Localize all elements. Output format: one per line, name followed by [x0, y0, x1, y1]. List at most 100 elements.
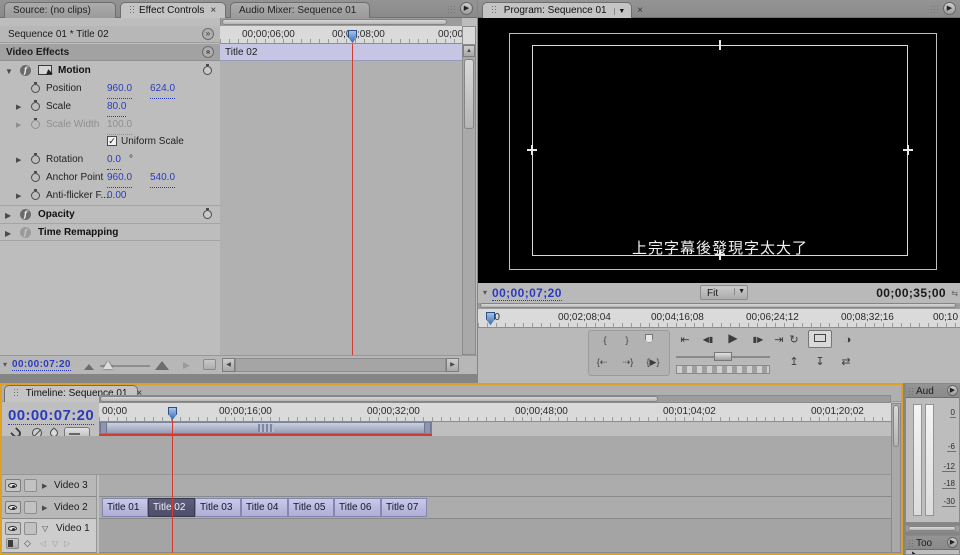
step-back-button[interactable]: ◀▮	[698, 332, 718, 348]
position-x-value[interactable]: 960.0	[107, 80, 132, 99]
ec-zoom-scrollbar[interactable]	[220, 18, 462, 26]
track-lane-video1[interactable]	[99, 519, 891, 553]
timeline-playhead-line[interactable]	[172, 420, 173, 553]
tab-tools[interactable]: Too	[916, 538, 932, 549]
track-lane-video3[interactable]	[99, 475, 891, 497]
program-time-ruler[interactable]: ;00 00;02;08;04 00;04;16;08 00;06;24;12 …	[478, 309, 960, 328]
source-select-dropdown-icon[interactable]: ▼	[614, 8, 628, 15]
expander-closed-icon[interactable]: ▶	[5, 225, 11, 243]
fx-enabled-icon[interactable]: f	[20, 65, 31, 76]
collapse-section-icon[interactable]: «	[202, 46, 214, 58]
safe-margins-button[interactable]	[808, 330, 832, 348]
zoom-in-icon[interactable]	[155, 361, 169, 370]
toggle-animation-icon[interactable]	[31, 173, 40, 182]
jog-disk[interactable]	[676, 365, 770, 374]
program-duration-timecode[interactable]: 00;00;35;00	[876, 286, 946, 300]
toggle-animation-icon[interactable]	[31, 102, 40, 111]
ec-horizontal-scrollbar[interactable]	[235, 358, 446, 372]
program-video-area[interactable]: 上完字幕後發現字太大了	[478, 18, 960, 283]
track-name[interactable]: Video 2	[54, 502, 88, 513]
ec-toggle-icon[interactable]	[203, 359, 216, 370]
audio-meters-scrollbar[interactable]	[905, 525, 960, 532]
scroll-left-icon[interactable]: ◀	[222, 358, 235, 372]
position-y-value[interactable]: 624.0	[150, 80, 175, 99]
timeline-time-ruler[interactable]: 00;00 00;00;16;00 00;00;32;00 00;00;48;0…	[99, 403, 891, 422]
play-in-to-out-button[interactable]: {▶}	[640, 354, 666, 370]
go-to-previous-edit-icon[interactable]: ⇤	[676, 332, 694, 348]
zoom-out-icon[interactable]	[84, 364, 94, 370]
zoom-slider-thumb[interactable]	[103, 361, 113, 369]
track-lock-toggle[interactable]	[24, 501, 37, 514]
output-button[interactable]: ◑	[838, 332, 858, 348]
track-name[interactable]: Video 3	[54, 480, 88, 491]
work-area-grip[interactable]	[258, 424, 274, 432]
zoom-level-select[interactable]: Fit ▼	[700, 285, 748, 300]
ec-clip-bar[interactable]: Title 02	[220, 44, 462, 61]
effect-name[interactable]: Opacity	[38, 206, 75, 224]
scroll-right-icon[interactable]: ▶	[446, 358, 459, 372]
panel-menu-icon[interactable]: ▶	[460, 2, 473, 15]
program-current-timecode[interactable]: 00;00;07;20	[492, 286, 562, 301]
show-keyframes-button[interactable]: ◇	[24, 538, 31, 549]
scroll-up-icon[interactable]: ▲	[463, 45, 475, 57]
reset-effect-icon[interactable]	[203, 210, 212, 219]
tab-source[interactable]: Source: (no clips)	[4, 2, 116, 18]
track-lane-video2[interactable]: Title 01 Title 02 Title 03 Title 04 Titl…	[99, 497, 891, 519]
anti-flicker-value[interactable]: 0.00	[107, 187, 126, 206]
close-icon[interactable]: ×	[210, 5, 216, 16]
track-name[interactable]: Video 1	[56, 523, 90, 534]
work-area-start-handle[interactable]	[100, 423, 107, 433]
tab-program[interactable]: Program: Sequence 01 ▼ ×	[482, 2, 632, 18]
timeline-zoom-scrollbar[interactable]	[99, 395, 891, 403]
go-to-in-button[interactable]: {⇠	[590, 354, 614, 370]
timeline-clip[interactable]: Title 06	[334, 498, 381, 517]
timeline-current-timecode[interactable]: 00:00:07:20	[8, 407, 94, 425]
anchor-y-value[interactable]: 540.0	[150, 169, 175, 188]
expand-track-icon[interactable]: ▶	[42, 504, 47, 512]
timeline-clip[interactable]: Title 05	[288, 498, 334, 517]
set-out-point-button[interactable]: }	[618, 332, 636, 348]
toggle-track-output-button[interactable]	[5, 522, 21, 535]
work-area-bar[interactable]	[99, 422, 432, 434]
ec-current-timecode[interactable]: 00:00:07:20	[12, 359, 71, 371]
toggle-animation-icon[interactable]	[31, 84, 40, 93]
work-area-end-handle[interactable]	[424, 423, 431, 433]
step-forward-button[interactable]: ▮▶	[748, 332, 768, 348]
ec-playhead-line[interactable]	[352, 44, 353, 355]
close-icon[interactable]: ×	[637, 5, 643, 16]
rotation-value[interactable]: 0.0	[107, 151, 121, 170]
toggle-animation-icon[interactable]	[31, 155, 40, 164]
show-hide-timeline-icon[interactable]: »	[202, 28, 214, 40]
expand-track-icon[interactable]: ▶	[42, 482, 47, 490]
expander-closed-icon[interactable]: ▶	[16, 152, 21, 170]
reset-effect-icon[interactable]	[203, 66, 212, 75]
set-in-point-button[interactable]: {	[596, 332, 614, 348]
timeline-clip[interactable]: Title 07	[381, 498, 427, 517]
panel-menu-icon[interactable]: ▶	[947, 537, 958, 548]
timeline-clip[interactable]: Title 03	[195, 498, 241, 517]
play-audio-icon[interactable]: ▶	[183, 360, 190, 371]
fx-enabled-icon[interactable]: f	[20, 209, 31, 220]
tab-audio-mixer[interactable]: Audio Mixer: Sequence 01	[230, 2, 370, 18]
collapse-track-icon[interactable]: ▽	[42, 524, 48, 533]
timeline-vertical-scrollbar[interactable]	[891, 403, 901, 553]
fx-disabled-icon[interactable]: f	[20, 227, 31, 238]
tab-effect-controls[interactable]: Effect Controls×	[120, 2, 226, 18]
panel-menu-icon[interactable]: ▶	[947, 385, 958, 396]
set-marker-button[interactable]	[640, 332, 658, 348]
timeline-clip[interactable]: Title 01	[102, 498, 148, 517]
loop-button[interactable]: ↻	[784, 332, 804, 348]
ec-time-ruler[interactable]: 00;00;06;00 00;00;08;00 00;00;	[220, 26, 462, 44]
toggle-animation-icon[interactable]	[31, 191, 40, 200]
panel-menu-icon[interactable]: ▶	[943, 2, 956, 15]
shuttle-slider[interactable]	[676, 352, 770, 361]
toggle-track-output-button[interactable]	[5, 501, 21, 514]
lift-button[interactable]: ↥	[784, 354, 804, 370]
effect-name[interactable]: Time Remapping	[38, 224, 118, 242]
ec-vertical-scrollbar[interactable]: ▲	[462, 26, 476, 355]
timeline-clip[interactable]: Title 04	[241, 498, 288, 517]
set-display-style-button[interactable]	[6, 538, 19, 549]
track-lock-toggle[interactable]	[24, 522, 37, 535]
go-to-out-button[interactable]: ⇢}	[616, 354, 640, 370]
expander-open-icon[interactable]: ▼	[5, 63, 13, 81]
